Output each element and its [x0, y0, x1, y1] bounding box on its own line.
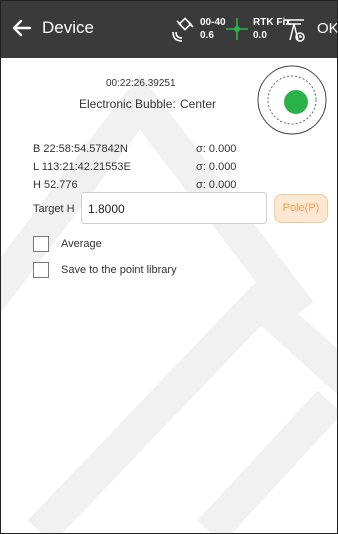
- save-to-library-checkbox[interactable]: [33, 262, 49, 278]
- satellite-count: 00-40: [200, 17, 226, 28]
- bubble-status: Center: [180, 97, 217, 111]
- average-option[interactable]: Average: [33, 236, 153, 256]
- app-header: Device 00-40 0.6 RTK Fix 0.0 OK: [0, 0, 338, 58]
- sigma-b: σ: 0.000: [196, 143, 237, 155]
- bubble-indicator: [284, 90, 308, 114]
- sigma-h: σ: 0.000: [196, 179, 237, 191]
- fix-age: 0.0: [253, 30, 267, 41]
- satellite-pdop: 0.6: [200, 30, 214, 41]
- back-arrow-icon[interactable]: [8, 14, 36, 42]
- time-readout: 00:22:26.39251: [106, 78, 176, 89]
- save-to-library-label: Save to the point library: [61, 264, 177, 276]
- average-checkbox[interactable]: [33, 236, 49, 252]
- target-h-input[interactable]: 1.8000: [81, 192, 267, 224]
- target-h-label: Target H: [33, 203, 75, 215]
- sigma-l: σ: 0.000: [196, 161, 237, 173]
- coord-h: H 52.776: [33, 179, 78, 191]
- device-connection-icon[interactable]: [281, 14, 307, 44]
- electronic-bubble-level: [257, 65, 327, 135]
- coord-b: B 22:58:54.57842N: [33, 143, 128, 155]
- page-title: Device: [42, 18, 94, 37]
- save-to-library-option[interactable]: Save to the point library: [33, 262, 233, 282]
- average-label: Average: [61, 238, 102, 250]
- coord-l: L 113:21:42.21553E: [33, 161, 131, 173]
- bubble-label: Electronic Bubble:: [79, 97, 176, 111]
- ok-button[interactable]: OK: [317, 20, 338, 37]
- pole-button[interactable]: Pole(P): [274, 194, 328, 223]
- satellite-icon[interactable]: [172, 14, 198, 42]
- rtk-fix-icon[interactable]: [223, 15, 251, 43]
